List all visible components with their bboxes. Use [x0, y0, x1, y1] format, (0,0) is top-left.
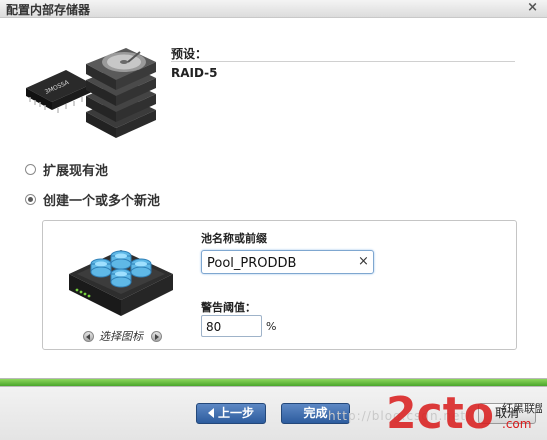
preset-value: RAID-5	[171, 66, 218, 80]
back-button-label: 上一步	[217, 406, 254, 420]
back-button[interactable]: 上一步	[196, 403, 266, 424]
threshold-unit: %	[266, 320, 277, 333]
create-new-pools-radio[interactable]	[25, 194, 36, 205]
pool-name-label: 池名称或前缀	[201, 232, 267, 245]
watermark-logo: 2cto 红黑联盟 .com	[386, 388, 542, 436]
previous-icon-button[interactable]	[83, 331, 94, 342]
svg-text:2cto: 2cto	[386, 388, 494, 436]
close-icon[interactable]: ×	[527, 0, 538, 15]
next-icon-button[interactable]	[151, 331, 162, 342]
svg-text:红黑联盟: 红黑联盟	[502, 402, 542, 415]
warning-threshold-label: 警告阈值：	[201, 301, 256, 314]
select-icon-label: 选择图标	[99, 330, 143, 343]
extend-existing-pool-label[interactable]: 扩展现有池	[43, 160, 108, 179]
extend-existing-pool-radio[interactable]	[25, 164, 36, 175]
pool-name-input[interactable]	[201, 250, 374, 274]
create-new-pools-label[interactable]: 创建一个或多个新池	[43, 190, 160, 209]
back-arrow-icon	[207, 408, 214, 418]
storage-illustration: 3MOSSA	[26, 48, 156, 138]
warning-threshold-input[interactable]	[201, 315, 262, 337]
preset-divider	[171, 61, 515, 62]
preset-label: 预设：	[171, 47, 208, 61]
clear-input-icon[interactable]: ×	[358, 254, 369, 269]
hard-drive-stack-icon	[86, 48, 156, 138]
memory-chip-icon: 3MOSSA	[26, 70, 92, 113]
title-bar: 配置内部存储器 ×	[0, 0, 547, 18]
svg-text:.com: .com	[502, 417, 531, 431]
wizard-progress-fill	[0, 379, 547, 386]
storage-pool-icon	[69, 250, 173, 316]
window-title: 配置内部存储器	[6, 3, 91, 17]
